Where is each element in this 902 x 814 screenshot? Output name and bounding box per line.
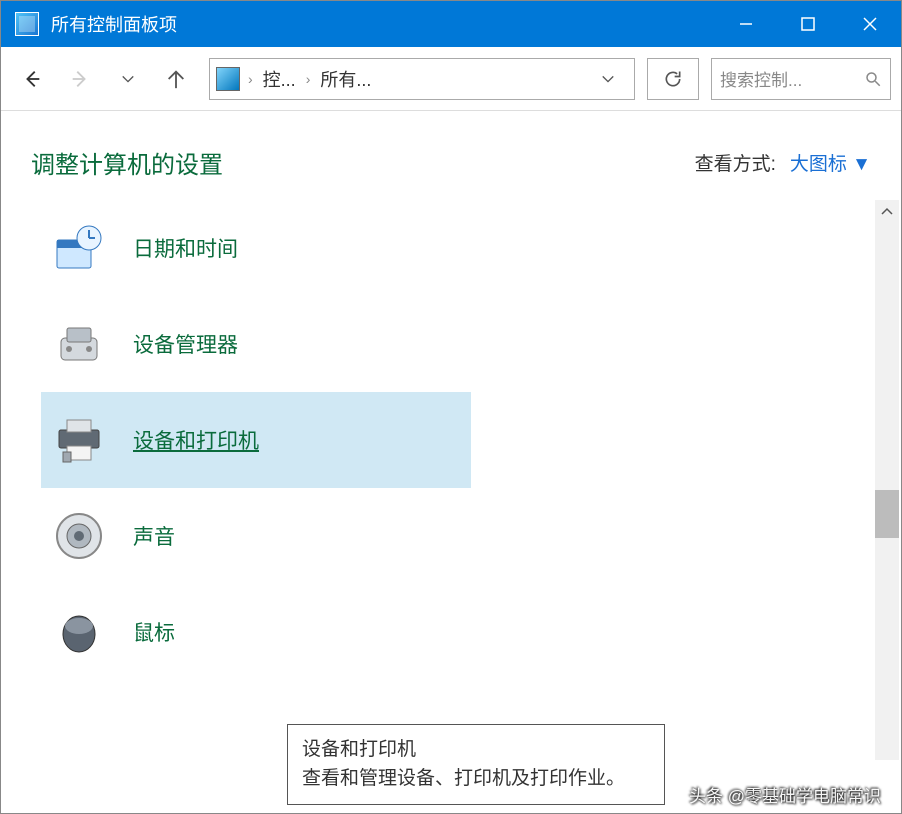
chevron-right-icon[interactable]: ›: [302, 71, 315, 87]
close-button[interactable]: [839, 1, 901, 47]
control-panel-app-icon: [15, 12, 39, 36]
breadcrumb-all-items[interactable]: 所有...: [318, 66, 373, 92]
tooltip: 设备和打印机 查看和管理设备、打印机及打印作业。: [287, 724, 665, 805]
view-dropdown[interactable]: 大图标 ▼: [790, 149, 871, 176]
content-header: 调整计算机的设置 查看方式: 大图标 ▼: [1, 111, 901, 200]
refresh-button[interactable]: [647, 58, 699, 100]
back-button[interactable]: [11, 58, 53, 100]
item-devices-printers[interactable]: 设备和打印机: [41, 392, 471, 488]
item-date-time[interactable]: 日期和时间: [41, 200, 471, 296]
navigation-bar: › 控... › 所有... 搜索控制...: [1, 47, 901, 111]
chevron-right-icon[interactable]: ›: [244, 71, 257, 87]
speaker-icon: [53, 510, 105, 562]
search-placeholder: 搜索控制...: [720, 66, 802, 91]
minimize-button[interactable]: [715, 1, 777, 47]
forward-button[interactable]: [59, 58, 101, 100]
maximize-button[interactable]: [777, 1, 839, 47]
scroll-thumb[interactable]: [875, 490, 899, 538]
control-panel-icon: [216, 67, 240, 91]
window-title: 所有控制面板项: [51, 11, 715, 37]
hardware-chip-icon: [53, 318, 105, 370]
item-label: 声音: [133, 521, 175, 551]
item-label: 鼠标: [133, 617, 175, 647]
item-label: 设备和打印机: [133, 425, 259, 455]
item-mouse[interactable]: 鼠标: [41, 584, 471, 680]
scroll-up-icon[interactable]: [875, 200, 899, 224]
item-label: 设备管理器: [133, 329, 238, 359]
address-dropdown[interactable]: [588, 72, 628, 86]
item-label: 日期和时间: [133, 233, 238, 263]
mouse-icon: [53, 606, 105, 658]
item-sound[interactable]: 声音: [41, 488, 471, 584]
search-input[interactable]: 搜索控制...: [711, 58, 891, 100]
window-buttons: [715, 1, 901, 47]
scrollbar[interactable]: [875, 200, 899, 760]
titlebar: 所有控制面板项: [1, 1, 901, 47]
page-title: 调整计算机的设置: [31, 145, 223, 180]
tooltip-body: 查看和管理设备、打印机及打印作业。: [302, 764, 650, 793]
address-bar[interactable]: › 控... › 所有...: [209, 58, 635, 100]
breadcrumb-control-panel[interactable]: 控...: [261, 66, 298, 92]
view-mode: 查看方式: 大图标 ▼: [695, 149, 871, 176]
recent-dropdown[interactable]: [107, 58, 149, 100]
view-label: 查看方式:: [695, 149, 776, 176]
tooltip-title: 设备和打印机: [302, 735, 650, 764]
content-area: 日期和时间 设备管理器 设备和打印机 声音 鼠标 设备和打印机 查看和管理设备、…: [1, 200, 901, 760]
watermark: 头条 @零基础学电脑常识: [689, 782, 881, 807]
search-icon: [864, 70, 882, 88]
item-device-manager[interactable]: 设备管理器: [41, 296, 471, 392]
up-button[interactable]: [155, 58, 197, 100]
printer-icon: [53, 414, 105, 466]
clock-calendar-icon: [53, 222, 105, 274]
